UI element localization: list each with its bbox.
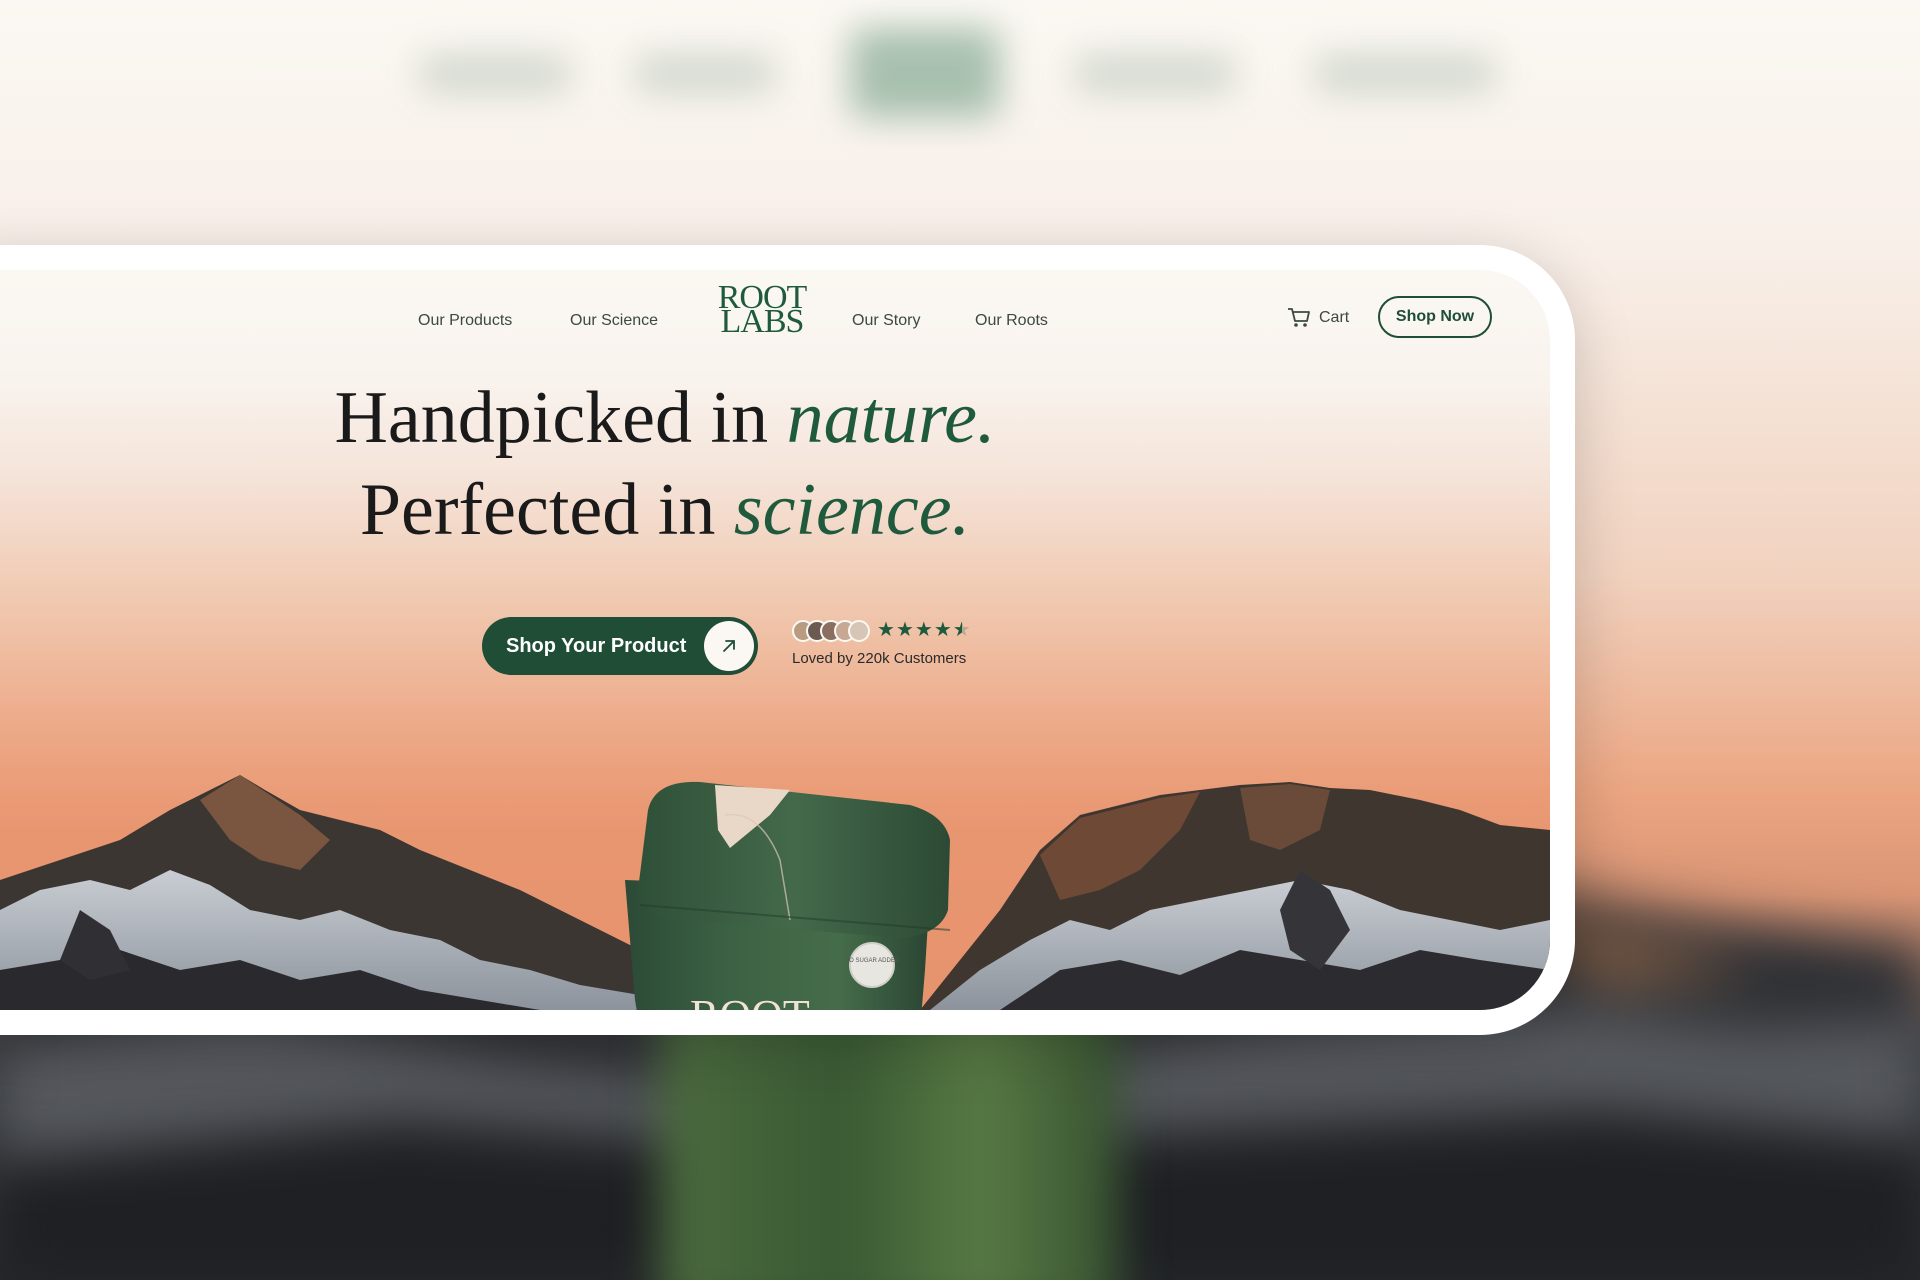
hero-screen: NO SUGAR ADDED ROOT Our Products Our Sci… [0, 270, 1550, 1010]
blurred-product-can [660, 1000, 1120, 1280]
star-icon: ★ [895, 619, 914, 641]
can-brand-text: ROOT [690, 991, 810, 1010]
cart-link[interactable]: Cart [1287, 301, 1349, 335]
arrow-up-right-icon [704, 621, 754, 671]
nav-our-roots[interactable]: Our Roots [975, 312, 1048, 330]
headline-line-1: Handpicked in nature. [0, 372, 1330, 464]
product-can: NO SUGAR ADDED ROOT [625, 781, 951, 1010]
blurred-nav-item [420, 55, 570, 93]
headline-line-2-prefix: Perfected in [359, 469, 734, 551]
no-sugar-badge-text: NO SUGAR ADDED [845, 958, 900, 964]
cart-label: Cart [1319, 309, 1350, 326]
blurred-nav-item [1075, 55, 1235, 93]
star-rating: ★ ★ ★ ★ ★ [877, 619, 971, 641]
shop-now-button[interactable]: Shop Now [1378, 296, 1492, 338]
headline-nature: nature. [786, 377, 996, 459]
star-icon: ★ [914, 619, 933, 641]
headline-line-2: Perfected in science. [0, 464, 1330, 556]
cart-icon [1288, 308, 1310, 327]
device-frame: NO SUGAR ADDED ROOT Our Products Our Sci… [0, 245, 1575, 1035]
star-icon: ★ [877, 619, 895, 641]
blurred-nav-item [1315, 55, 1495, 93]
shop-your-product-button[interactable]: Shop Your Product [482, 617, 758, 675]
nav-our-story[interactable]: Our Story [852, 312, 920, 330]
star-icon: ★ [952, 619, 971, 641]
headline-science: science. [733, 469, 971, 551]
avatar [848, 620, 870, 642]
star-icon: ★ [933, 619, 952, 641]
root-labs-logo[interactable]: ROOT LABS [712, 281, 812, 342]
logo-line-2: LABS [720, 303, 805, 340]
blurred-logo [850, 28, 1000, 118]
nav-our-products[interactable]: Our Products [418, 312, 512, 330]
loved-by-text: Loved by 220k Customers [792, 650, 967, 667]
customer-avatars [792, 620, 870, 642]
blurred-nav-item [635, 55, 775, 93]
cta-label: Shop Your Product [506, 634, 687, 657]
nav-our-science[interactable]: Our Science [570, 312, 658, 330]
headline-line-1-prefix: Handpicked in [334, 377, 787, 459]
